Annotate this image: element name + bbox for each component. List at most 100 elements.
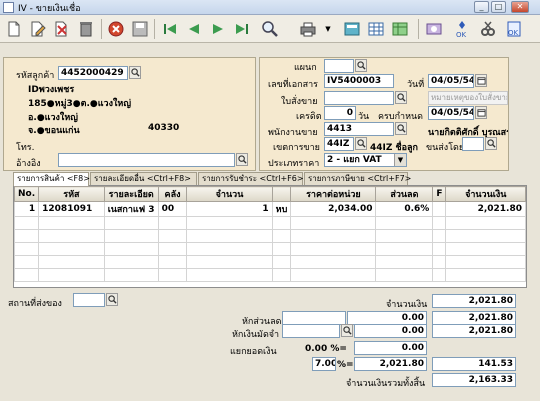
due-date-calendar-icon[interactable] — [475, 106, 487, 119]
minimize-button[interactable]: _ — [474, 1, 489, 13]
col-amount[interactable]: จำนวนเงิน — [445, 186, 526, 202]
table-row[interactable] — [14, 242, 526, 256]
salesman-search-icon[interactable] — [395, 122, 407, 135]
department-search-icon[interactable] — [355, 59, 367, 72]
cell-unit-price[interactable]: 2,034.00 — [290, 201, 377, 217]
spreadsheet-icon[interactable] — [390, 18, 410, 39]
vat-sign: %= — [337, 360, 354, 370]
document-number-label: เลขที่เอกสาร — [268, 80, 318, 90]
cell-no[interactable]: 1 — [14, 201, 40, 217]
separate-amount-label: แยกยอดเงิน — [230, 347, 277, 357]
ship-by-search-icon[interactable] — [485, 137, 497, 150]
cancel-icon[interactable] — [106, 18, 126, 39]
col-unit-price[interactable]: ราคาต่อหน่วย — [290, 186, 377, 202]
close-button[interactable]: ✕ — [511, 1, 529, 13]
window-title: IV - ขายเงินเชื่อ — [18, 4, 81, 14]
sales-area-search-icon[interactable] — [355, 137, 367, 150]
print-icon[interactable] — [298, 18, 318, 39]
credit-label: เครดิต — [296, 112, 322, 122]
amount-value: 2,021.80 — [432, 294, 516, 308]
phone-label: โทร. — [16, 143, 35, 153]
credit-days-input[interactable]: 0 — [324, 106, 356, 120]
department-input[interactable] — [324, 59, 354, 73]
deposit-input[interactable] — [282, 324, 340, 338]
deposit-amount: 0.00 — [354, 324, 427, 338]
price-type-select[interactable]: 2 - แยก VAT ▼ — [324, 153, 407, 167]
sales-order-note: หมายเหตุของใบสั่งขาย — [428, 91, 508, 105]
date-calendar-icon[interactable] — [475, 74, 487, 87]
sales-order-input[interactable] — [324, 91, 394, 105]
first-icon[interactable] — [160, 18, 180, 39]
document-number-input[interactable]: IV5400003 — [324, 74, 394, 88]
grid-icon[interactable] — [366, 18, 386, 39]
delivery-location-search-icon[interactable] — [106, 293, 118, 306]
discount-percent-input[interactable] — [282, 311, 346, 325]
reference-label: อ้างอิง — [16, 159, 41, 169]
col-warehouse[interactable]: คลัง — [157, 186, 188, 202]
ship-by-input[interactable] — [462, 137, 484, 151]
cell-quantity[interactable]: 1 — [186, 201, 273, 217]
date-input[interactable]: 04/05/54 — [428, 74, 474, 88]
save-icon[interactable] — [130, 18, 150, 39]
cell-discount[interactable]: 0.6% — [375, 201, 434, 217]
reference-search-icon[interactable] — [236, 153, 248, 166]
tab-items[interactable]: รายการสินค้า <F8> — [13, 172, 90, 186]
after-deposit-amount: 2,021.80 — [432, 324, 516, 338]
col-discount[interactable]: ส่วนลด — [375, 186, 434, 202]
col-description[interactable]: รายละเอียด — [103, 186, 159, 202]
col-flag[interactable]: F — [432, 186, 447, 202]
cell-code[interactable]: 12081091 — [38, 201, 105, 217]
sales-order-search-icon[interactable] — [395, 91, 407, 104]
tools-icon[interactable] — [478, 18, 498, 39]
delivery-location-label: สถานที่ส่งของ — [8, 299, 62, 309]
new-icon[interactable] — [4, 18, 24, 39]
table-row[interactable] — [14, 268, 526, 282]
prev-icon[interactable] — [184, 18, 204, 39]
customer-search-icon[interactable] — [129, 66, 141, 79]
col-no[interactable]: No. — [14, 186, 40, 202]
delete-draft-icon[interactable] — [52, 18, 72, 39]
customer-code-input[interactable]: 4452000429 — [58, 66, 128, 80]
search-icon[interactable] — [260, 18, 280, 39]
tab-details[interactable]: รายละเอียดอื่น <Ctrl+F8> — [90, 172, 197, 185]
last-icon[interactable] — [232, 18, 252, 39]
due-date-input[interactable]: 04/05/54 — [428, 106, 474, 120]
cell-flag[interactable] — [432, 201, 447, 217]
items-grid[interactable]: No. รหัส รายละเอียด คลัง จำนวน ราคาต่อหน… — [13, 185, 527, 288]
tab-sales-tax[interactable]: รายการภาษีขาย <Ctrl+F7> — [304, 172, 411, 185]
sales-area-input[interactable]: 44IZ — [324, 137, 354, 151]
reference-input[interactable] — [58, 153, 235, 167]
maximize-button[interactable]: □ — [491, 1, 506, 13]
approve-icon[interactable]: OK — [452, 18, 472, 39]
svg-text:OK: OK — [456, 31, 467, 38]
due-date-label: ครบกำหนด — [378, 112, 423, 122]
cell-warehouse[interactable]: 00 — [157, 201, 188, 217]
table-row[interactable] — [14, 255, 526, 269]
exit-icon[interactable]: OK — [504, 18, 524, 39]
next-icon[interactable] — [208, 18, 228, 39]
cell-unit[interactable]: หบ — [271, 201, 292, 217]
table-row[interactable]: 1 12081091 เนสกาแฟ 3 00 1 หบ 2,034.00 0.… — [14, 201, 526, 217]
cell-description[interactable]: เนสกาแฟ 3 — [103, 201, 159, 217]
col-quantity[interactable]: จำนวน — [186, 186, 273, 202]
table-row[interactable] — [14, 229, 526, 243]
delivery-location-input[interactable] — [73, 293, 105, 307]
cell-amount[interactable]: 2,021.80 — [445, 201, 526, 217]
trash-icon[interactable] — [76, 18, 96, 39]
vat-rate-input[interactable]: 7.00 — [312, 357, 336, 371]
tab-payments[interactable]: รายการรับชำระ <Ctrl+F6> — [198, 172, 304, 185]
customer-code-label: รหัสลูกค้า — [16, 71, 55, 81]
edit-icon[interactable] — [28, 18, 48, 39]
money-icon[interactable] — [424, 18, 444, 39]
salesman-input[interactable]: 4413 — [324, 122, 394, 136]
sales-area-label: เขตการขาย — [273, 143, 320, 153]
calculator-icon[interactable] — [342, 18, 362, 39]
deposit-search-icon[interactable] — [341, 324, 353, 337]
separate-amount: 0.00 — [354, 341, 427, 355]
table-row[interactable] — [14, 216, 526, 230]
print-dropdown-icon[interactable]: ▼ — [318, 18, 338, 39]
customer-name: IDพวงเพชร — [28, 85, 75, 95]
col-unit[interactable] — [271, 186, 292, 202]
col-code[interactable]: รหัส — [38, 186, 105, 202]
price-type-label: ประเภทราคา — [268, 159, 320, 169]
